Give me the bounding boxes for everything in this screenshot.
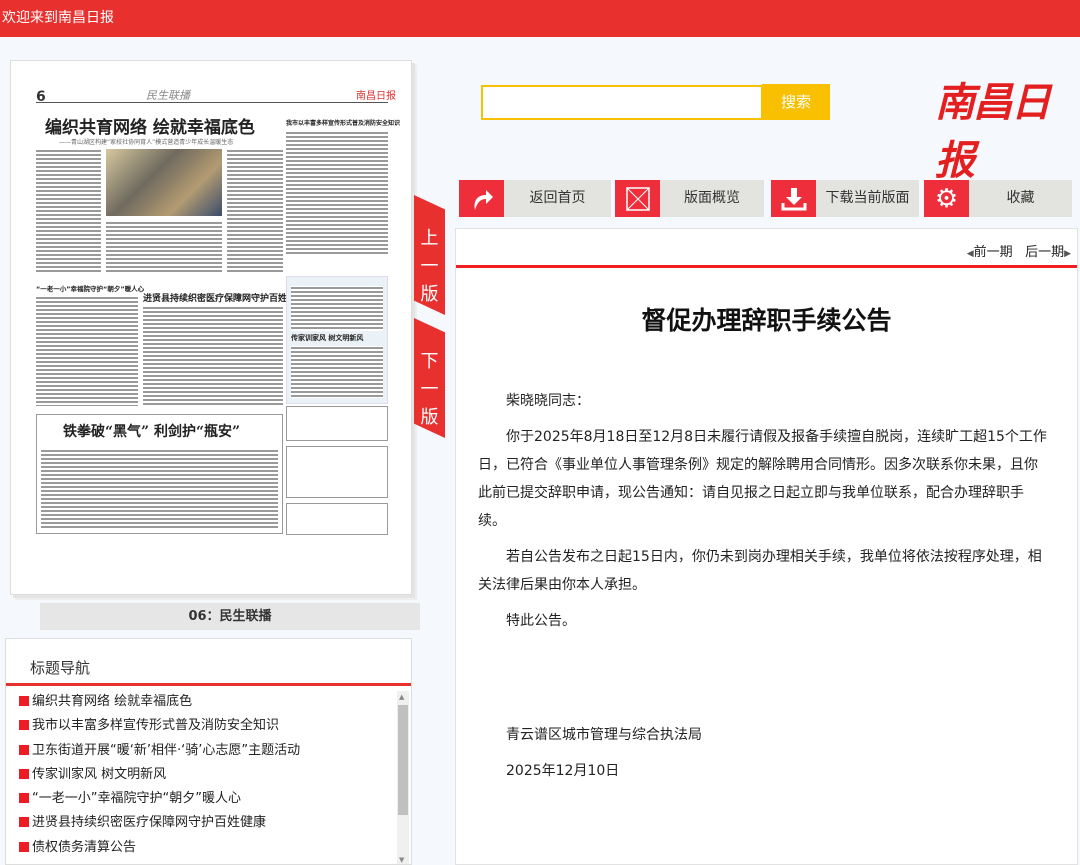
search-button[interactable]: 搜索 [762, 84, 830, 120]
article-title: 督促办理辞职手续公告 [641, 306, 892, 335]
nav-item-label[interactable]: 进贤县持续织密医疗保障网守护百姓健康 [32, 815, 266, 830]
download-button[interactable]: 下载当前版面 [771, 180, 919, 217]
square-bullet-icon [19, 841, 29, 852]
nav-item[interactable]: 进贤县持续织密医疗保障网守护百姓健康 [6, 811, 411, 835]
paper-subheadline: ——青山湖区构建“家校社协同育人”模式营造青少年成长温暖生态 [59, 139, 234, 146]
next-page-label: 下一版 [420, 351, 439, 428]
article-signature: 青云谱区城市管理与综合执法局 [506, 727, 702, 743]
article-paragraph: 你于2025年8月18日至12月8日未履行请假及报备手续擅自脱岗，连续旷工超15… [478, 429, 1047, 529]
next-issue-link[interactable]: 后一期 [1025, 245, 1064, 260]
paper-text-block [286, 131, 388, 256]
next-page-tab[interactable]: 下一版 [414, 318, 445, 438]
nav-item-label[interactable]: 卫东街道开展“暖‘新’相伴·‘骑’心志愿”主题活动 [32, 743, 300, 758]
paper-text-block [291, 286, 383, 331]
paper-headline[interactable]: 铁拳破“黑气” 利剑护“瓶安” [63, 421, 240, 441]
nav-item[interactable]: 传家训家风 树文明新风 [6, 763, 411, 787]
welcome-text: 欢迎来到南昌日报 [2, 10, 114, 26]
article-panel: ◀前一期 后一期▶ 督促办理辞职手续公告 柴晓晓同志： 你于2025年8月18日… [455, 228, 1078, 865]
scrollbar-thumb[interactable] [398, 705, 408, 815]
article-paragraph: 特此公告。 [506, 613, 576, 629]
welcome-bar: 欢迎来到南昌日报 [0, 0, 1080, 37]
nav-item-label[interactable]: 编织共育网络 绘就幸福底色 [32, 694, 192, 709]
article-salutation: 柴晓晓同志： [506, 393, 590, 409]
paper-section-name: 民生联播 [146, 89, 190, 102]
overview-label: 版面概览 [684, 190, 740, 206]
overview-icon [615, 180, 660, 217]
previous-page-label: 上一版 [420, 228, 439, 305]
home-button[interactable]: 返回首页 [459, 180, 611, 217]
paper-text-block [143, 306, 283, 406]
nav-item[interactable]: 债权债务清算公告 [6, 836, 411, 860]
home-label: 返回首页 [529, 190, 586, 206]
nav-scrollbar[interactable]: ▲ ▼ [397, 691, 409, 864]
favorite-label: 收藏 [1006, 190, 1035, 206]
paper-logo: 南昌日报 [356, 91, 396, 102]
paper-page-number: 6 [36, 89, 46, 105]
issue-navigation: ◀前一期 后一期▶ [967, 241, 1071, 260]
paper-notice [286, 406, 388, 441]
nav-item-label[interactable]: 我市以丰富多样宣传形式普及消防安全知识 [32, 718, 279, 733]
paper-text-block [106, 221, 222, 274]
paper-text-block [41, 449, 278, 529]
article-date: 2025年12月10日 [506, 763, 620, 779]
paper-headline[interactable]: 进贤县持续织密医疗保障网守护百姓健康 [143, 291, 305, 304]
page-caption: 06：民生联播 [40, 603, 420, 630]
nav-item-label[interactable]: 传家训家风 树文明新风 [32, 767, 166, 782]
nav-item-label[interactable]: 债权债务清算公告 [32, 840, 136, 855]
brand-logo: 南昌日报 [935, 79, 1051, 184]
square-bullet-icon [19, 793, 29, 804]
square-bullet-icon [19, 720, 29, 731]
paper-notice [286, 446, 388, 498]
previous-page-tab[interactable]: 上一版 [414, 195, 445, 315]
divider [456, 265, 1077, 268]
paper-headline[interactable]: 编织共育网络 绘就幸福底色 [45, 113, 255, 138]
paper-header-rule [36, 89, 388, 103]
square-bullet-icon [19, 696, 29, 706]
article-paragraph: 若自公告发布之日起15日内，你仍未到岗办理相关手续，我单位将依法按程序处理，相关… [478, 549, 1042, 593]
scroll-up-icon[interactable]: ▲ [399, 693, 404, 701]
overview-button[interactable]: 版面概览 [615, 180, 764, 217]
square-bullet-icon [19, 744, 29, 755]
nav-item-label[interactable]: “一老一小”幸福院守护“朝夕”暖人心 [32, 791, 241, 806]
download-icon [771, 180, 816, 217]
paper-headline[interactable]: 我市以丰富多样宣传形式普及消防安全知识 [286, 118, 400, 127]
paper-text-block [291, 346, 383, 398]
paper-text-block [227, 149, 283, 274]
nav-item[interactable]: 编织共育网络 绘就幸福底色 [6, 690, 411, 714]
search-input[interactable] [481, 85, 763, 120]
nav-item[interactable]: 卫东街道开展“暖‘新’相伴·‘骑’心志愿”主题活动 [6, 739, 411, 763]
square-bullet-icon [19, 817, 29, 828]
download-label: 下载当前版面 [825, 190, 910, 206]
paper-text-block [36, 296, 138, 406]
newspaper-page-thumbnail[interactable]: 6 民生联播 南昌日报 编织共育网络 绘就幸福底色 ——青山湖区构建“家校社协同… [10, 60, 412, 595]
headline-navigation: 标题导航 编织共育网络 绘就幸福底色 我市以丰富多样宣传形式普及消防安全知识 卫… [5, 638, 412, 865]
return-arrow-icon [459, 180, 504, 217]
caret-right-icon: ▶ [1064, 249, 1071, 259]
nav-title: 标题导航 [6, 639, 411, 686]
previous-issue-link[interactable]: 前一期 [974, 245, 1013, 260]
caret-left-icon: ◀ [966, 249, 974, 259]
square-bullet-icon [19, 768, 29, 779]
paper-notice [286, 503, 388, 535]
favorite-button[interactable]: ⚙ 收藏 [924, 180, 1072, 217]
paper-headline[interactable]: 传家训家风 树文明新风 [291, 333, 363, 343]
scroll-down-icon[interactable]: ▼ [399, 856, 404, 864]
paper-photo [106, 149, 222, 216]
article-body: 柴晓晓同志： 你于2025年8月18日至12月8日未履行请假及报备手续擅自脱岗，… [478, 387, 1048, 793]
paper-headline[interactable]: “一老一小”幸福院守护“朝夕”暖人心 [36, 283, 144, 293]
paper-text-block [36, 149, 101, 274]
gear-icon: ⚙ [924, 180, 969, 217]
nav-item[interactable]: “一老一小”幸福院守护“朝夕”暖人心 [6, 787, 411, 811]
nav-item[interactable]: 我市以丰富多样宣传形式普及消防安全知识 [6, 714, 411, 738]
